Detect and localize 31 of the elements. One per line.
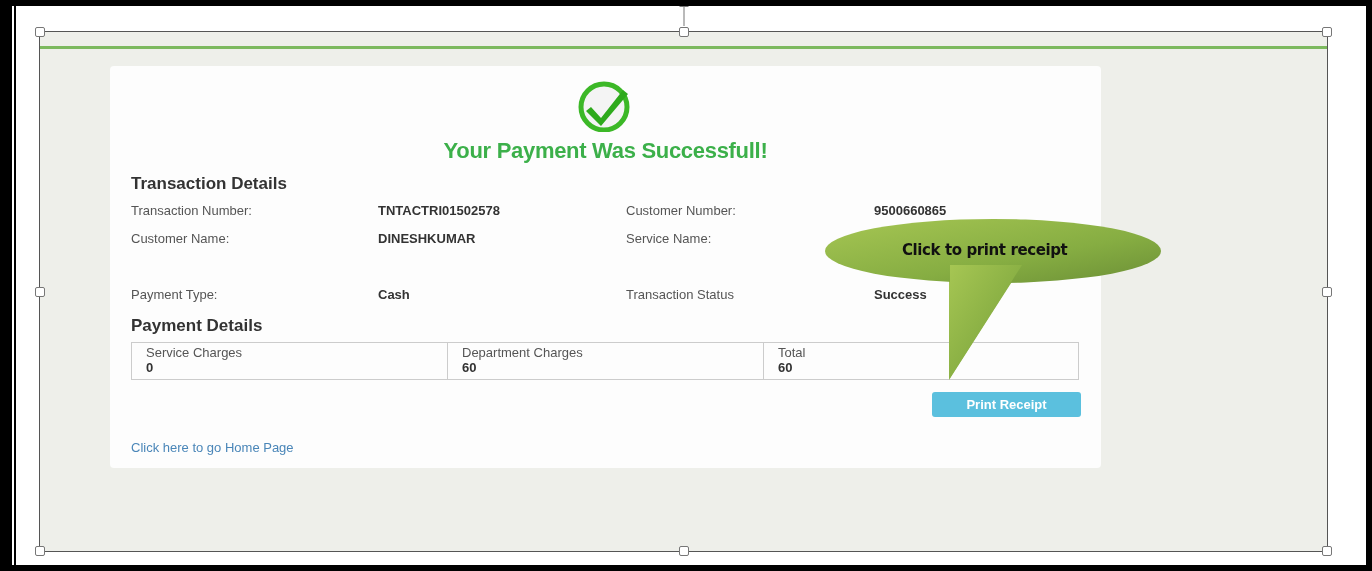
field-value: 9500660865 xyxy=(874,202,947,218)
resize-handle[interactable] xyxy=(35,546,45,556)
table-cell-text: 0 xyxy=(146,360,155,375)
print-receipt-button[interactable]: Print Receipt xyxy=(932,392,1081,417)
resize-handle[interactable] xyxy=(678,546,689,556)
field-value: DINESHKUMAR xyxy=(378,230,476,246)
section-heading: Payment Details xyxy=(131,316,264,336)
field-label: Customer Name: xyxy=(131,230,230,246)
column-header: Total xyxy=(778,345,807,360)
field-label: Service Name: xyxy=(626,230,712,246)
resize-handle[interactable] xyxy=(1322,546,1332,556)
success-title: Your Payment Was Successfull! xyxy=(443,138,768,164)
resize-handle[interactable] xyxy=(1322,27,1332,37)
table-cell-text: 60 xyxy=(462,360,478,375)
field-label: Customer Number: xyxy=(626,202,736,218)
field-label: Payment Type: xyxy=(131,286,218,302)
column-header: Department Charges xyxy=(462,345,584,360)
resize-handle[interactable] xyxy=(1322,286,1332,297)
column-header: Service Charges xyxy=(146,345,244,360)
resize-handle[interactable] xyxy=(35,286,45,297)
resize-handle[interactable] xyxy=(678,27,689,37)
callout-text: Click to print receipt xyxy=(902,241,1068,259)
field-value: Cash xyxy=(378,286,410,302)
field-value: Success xyxy=(874,286,927,302)
field-value: TNTACTRI01502578 xyxy=(378,202,500,218)
table-cell-text: 60 xyxy=(778,360,794,375)
home-page-link[interactable]: Click here to go Home Page xyxy=(131,440,294,455)
section-heading: Transaction Details xyxy=(131,174,288,194)
field-label: Transaction Number: xyxy=(131,202,252,218)
field-label: Transaction Status xyxy=(626,286,734,302)
resize-handle[interactable] xyxy=(35,27,45,37)
